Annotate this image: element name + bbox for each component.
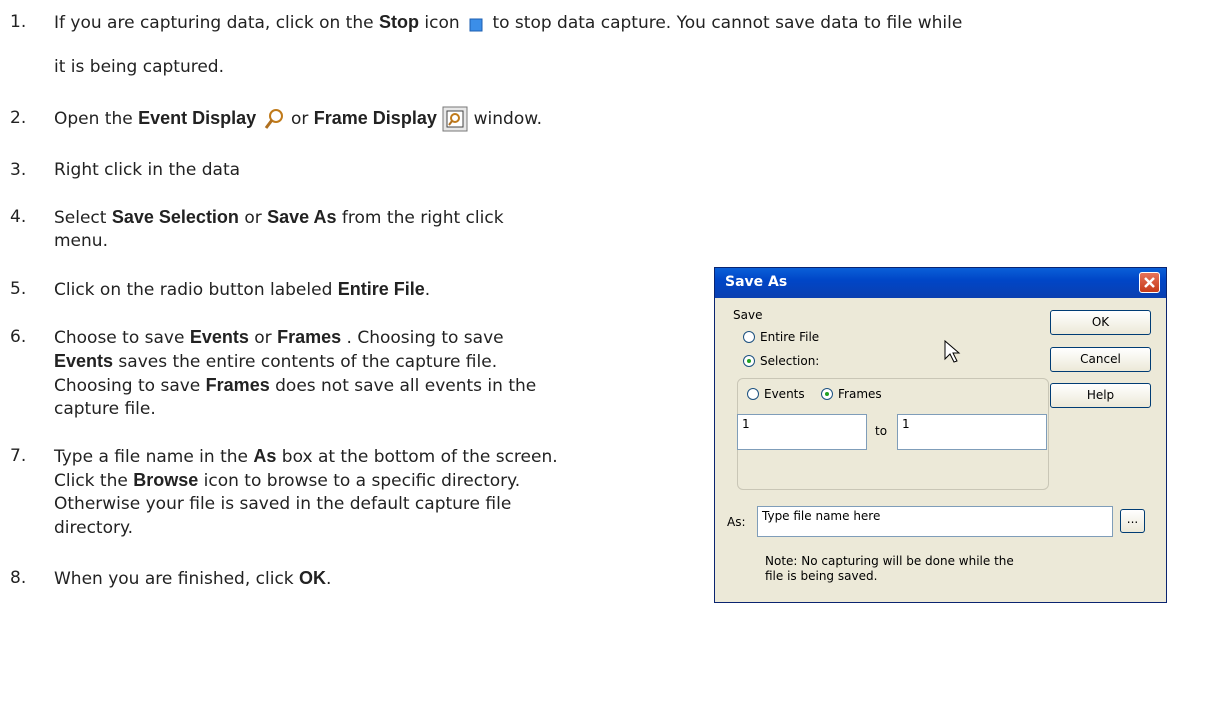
text: icon xyxy=(418,13,466,33)
keyword: Frame Display xyxy=(313,108,437,128)
cancel-button[interactable]: Cancel xyxy=(1050,347,1151,372)
note-line-1: Note: No capturing will be done while th… xyxy=(765,554,1014,568)
text: . xyxy=(424,280,431,300)
entire-file-radio[interactable] xyxy=(743,331,755,343)
text: window. xyxy=(473,109,542,129)
text: . xyxy=(326,569,332,589)
magnifier-icon xyxy=(262,107,286,131)
text: Click the xyxy=(54,471,134,491)
step-number: 7. xyxy=(10,446,27,466)
text: . Choosing to save xyxy=(341,328,504,348)
from-field[interactable]: 1 xyxy=(737,414,867,450)
step-number: 3. xyxy=(10,160,27,180)
keyword: Browse xyxy=(133,470,199,490)
step-number: 5. xyxy=(10,279,27,299)
step-number: 8. xyxy=(10,568,27,588)
as-label: As: xyxy=(727,515,746,529)
keyword: Events xyxy=(189,327,249,347)
note-line-2: file is being saved. xyxy=(765,569,878,583)
dialog-title-bar: Save As xyxy=(715,268,1166,298)
keyword: Frames xyxy=(277,327,342,347)
text: Choose to save xyxy=(54,328,190,348)
frames-radio[interactable] xyxy=(821,388,833,400)
text: saves the entire contents of the capture… xyxy=(113,352,498,372)
step-text: menu. xyxy=(54,231,108,251)
text: icon to browse to a specific directory. xyxy=(198,471,521,491)
keyword: Frames xyxy=(205,375,270,395)
step-number: 2. xyxy=(10,108,27,128)
to-field[interactable]: 1 xyxy=(897,414,1047,450)
mouse-cursor-icon xyxy=(944,339,961,363)
step-text: directory. xyxy=(54,518,134,538)
keyword: OK xyxy=(299,568,327,588)
to-label: to xyxy=(875,424,888,438)
text: does not save all events in the xyxy=(269,376,537,396)
text: Select xyxy=(54,208,112,228)
text: Type a file name in the xyxy=(54,447,254,467)
save-group-label: Save xyxy=(733,308,763,322)
entire-file-label: Entire File xyxy=(760,330,820,344)
text: Choosing to save xyxy=(54,376,206,396)
step-number: 4. xyxy=(10,207,27,227)
selection-radio[interactable] xyxy=(743,355,755,367)
text: to stop data capture. You cannot save da… xyxy=(487,13,963,33)
events-radio[interactable] xyxy=(747,388,759,400)
step-text: Click on the radio button labeled Entire… xyxy=(54,274,430,305)
step-text: If you are capturing data, click on the … xyxy=(54,7,962,38)
text: If you are capturing data, click on the xyxy=(54,13,379,33)
browse-button[interactable]: ... xyxy=(1120,509,1145,533)
step-number: 1. xyxy=(10,12,27,32)
keyword: Stop xyxy=(378,12,419,32)
text: from the right click xyxy=(336,208,504,228)
frames-label: Frames xyxy=(838,387,882,401)
close-button[interactable] xyxy=(1139,272,1160,293)
text: box at the bottom of the screen. xyxy=(276,447,558,467)
step-text: When you are finished, click OK. xyxy=(54,563,331,594)
file-name-input[interactable]: Type file name here xyxy=(757,506,1113,537)
keyword: Event Display xyxy=(138,108,257,128)
keyword: Save As xyxy=(267,207,337,227)
frame-display-icon xyxy=(442,106,468,132)
events-label: Events xyxy=(764,387,805,401)
text: or xyxy=(238,208,268,228)
stop-icon xyxy=(465,12,487,34)
ok-button[interactable]: OK xyxy=(1050,310,1151,335)
keyword: Entire File xyxy=(337,279,425,299)
selection-label: Selection: xyxy=(760,354,820,368)
step-text: it is being captured. xyxy=(54,57,224,77)
step-text: Select Save Selection or Save As from th… xyxy=(54,202,504,233)
dialog-title: Save As xyxy=(725,274,788,290)
keyword: Save Selection xyxy=(111,207,239,227)
keyword: Events xyxy=(54,351,114,371)
text: When you are finished, click xyxy=(54,569,300,589)
step-text: Open the Event Display or Frame Display … xyxy=(54,103,542,134)
help-button[interactable]: Help xyxy=(1050,383,1151,408)
step-text: Right click in the data xyxy=(54,160,241,180)
save-as-dialog: Save As Save Entire File Selection: Even… xyxy=(714,267,1167,603)
close-icon xyxy=(1144,277,1155,288)
keyword: As xyxy=(253,446,277,466)
step-number: 6. xyxy=(10,327,27,347)
text: Click on the radio button labeled xyxy=(54,280,338,300)
text: Open the xyxy=(54,109,139,129)
text: or xyxy=(248,328,278,348)
text: or xyxy=(290,109,314,129)
step-text: capture file. xyxy=(54,399,156,419)
